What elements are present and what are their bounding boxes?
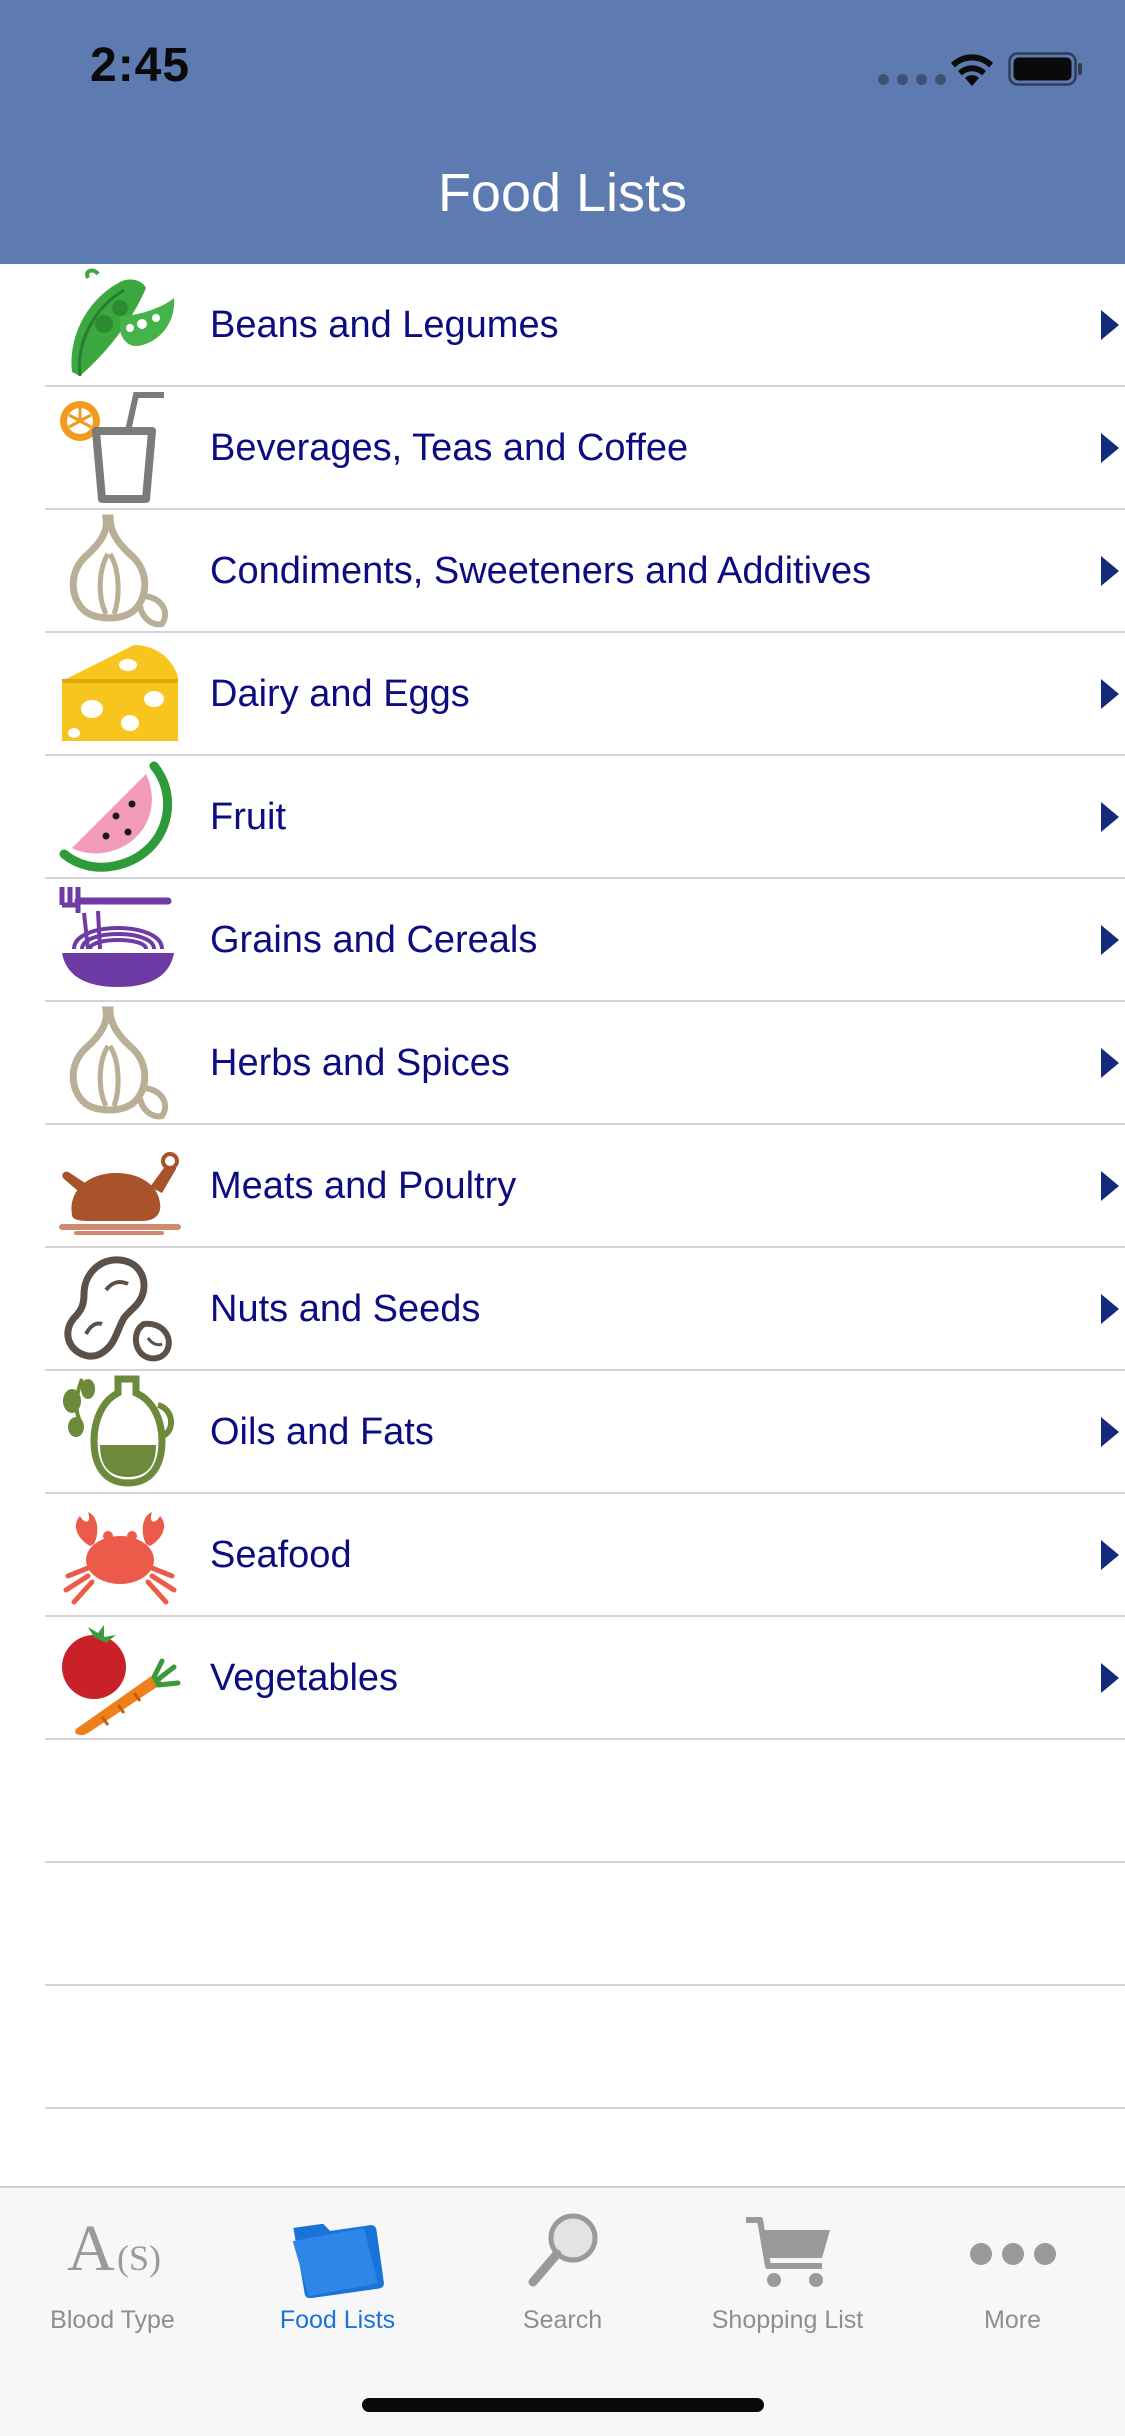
- garlic-icon: [58, 1006, 182, 1121]
- food-category-list: Beans and Legumes Beverages, Teas and Co…: [0, 264, 1125, 2109]
- category-label: Grains and Cereals: [210, 919, 538, 961]
- category-row-seafood[interactable]: Seafood: [0, 1494, 1125, 1617]
- tab-blood-type[interactable]: A (S) Blood Type: [0, 2188, 225, 2348]
- cellular-signal-icon: [878, 74, 946, 85]
- beverage-cup-icon: [58, 391, 182, 506]
- food-lists-screen: 2:45 Food Lists Beans and Legumes Bevera…: [0, 0, 1125, 2436]
- battery-icon: [1008, 52, 1082, 86]
- category-row-nuts-and-seeds[interactable]: Nuts and Seeds: [0, 1248, 1125, 1371]
- disclosure-arrow-icon: [1101, 802, 1119, 832]
- tab-label: More: [984, 2306, 1041, 2334]
- category-row-beverages-teas-and-coffee[interactable]: Beverages, Teas and Coffee: [0, 387, 1125, 510]
- tab-shopping-list[interactable]: Shopping List: [675, 2188, 900, 2348]
- tab-search[interactable]: Search: [450, 2188, 675, 2348]
- category-label: Seafood: [210, 1534, 352, 1576]
- category-label: Vegetables: [210, 1657, 399, 1699]
- category-row-herbs-and-spices[interactable]: Herbs and Spices: [0, 1002, 1125, 1125]
- folder-icon: [288, 2208, 388, 2298]
- category-row-condiments-sweeteners-and-additives[interactable]: Condiments, Sweeteners and Additives: [0, 510, 1125, 633]
- disclosure-arrow-icon: [1101, 556, 1119, 586]
- cart-icon: [738, 2208, 838, 2298]
- category-row-vegetables[interactable]: Vegetables: [0, 1617, 1125, 1740]
- empty-row: [0, 1986, 1125, 2109]
- pasta-bowl-icon: [58, 883, 182, 998]
- category-label: Condiments, Sweeteners and Additives: [210, 550, 872, 592]
- tab-label: Shopping List: [711, 2306, 864, 2334]
- category-label: Oils and Fats: [210, 1411, 434, 1453]
- disclosure-arrow-icon: [1101, 1540, 1119, 1570]
- category-row-oils-and-fats[interactable]: Oils and Fats: [0, 1371, 1125, 1494]
- watermelon-icon: [58, 760, 182, 875]
- disclosure-arrow-icon: [1101, 310, 1119, 340]
- disclosure-arrow-icon: [1101, 1663, 1119, 1693]
- tomato-carrot-icon: [58, 1621, 182, 1736]
- category-row-dairy-and-eggs[interactable]: Dairy and Eggs: [0, 633, 1125, 756]
- disclosure-arrow-icon: [1101, 1417, 1119, 1447]
- magnifier-icon: [513, 2208, 613, 2298]
- disclosure-arrow-icon: [1101, 1048, 1119, 1078]
- disclosure-arrow-icon: [1101, 679, 1119, 709]
- disclosure-arrow-icon: [1101, 1294, 1119, 1324]
- category-label: Dairy and Eggs: [210, 673, 470, 715]
- page-title: Food Lists: [437, 163, 688, 223]
- category-row-fruit[interactable]: Fruit: [0, 756, 1125, 879]
- disclosure-arrow-icon: [1101, 1171, 1119, 1201]
- category-label: Meats and Poultry: [210, 1165, 517, 1207]
- cheese-icon: [58, 637, 182, 752]
- status-time: 2:45: [90, 39, 191, 92]
- tab-label: Blood Type: [50, 2306, 175, 2334]
- svg-text:(S): (S): [117, 2238, 161, 2278]
- category-label: Nuts and Seeds: [210, 1288, 481, 1330]
- garlic-icon: [58, 514, 182, 629]
- more-dots-icon: [963, 2208, 1063, 2298]
- category-row-meats-and-poultry[interactable]: Meats and Poultry: [0, 1125, 1125, 1248]
- category-label: Beverages, Teas and Coffee: [210, 427, 689, 469]
- category-label: Beans and Legumes: [210, 304, 559, 346]
- svg-text:A: A: [67, 2212, 115, 2285]
- tab-more[interactable]: More: [900, 2188, 1125, 2348]
- blood-type-icon: A (S): [63, 2208, 163, 2298]
- category-row-grains-and-cereals[interactable]: Grains and Cereals: [0, 879, 1125, 1002]
- home-indicator[interactable]: [362, 2398, 764, 2412]
- tab-label: Search: [522, 2306, 603, 2334]
- disclosure-arrow-icon: [1101, 433, 1119, 463]
- tab-food-lists[interactable]: Food Lists: [225, 2188, 450, 2348]
- tab-label: Food Lists: [279, 2306, 396, 2334]
- navigation-header: 2:45 Food Lists: [0, 0, 1125, 264]
- category-label: Fruit: [210, 796, 286, 838]
- empty-row: [0, 1740, 1125, 1863]
- crab-icon: [58, 1498, 182, 1613]
- category-row-beans-and-legumes[interactable]: Beans and Legumes: [0, 264, 1125, 387]
- empty-row: [0, 1863, 1125, 1986]
- wifi-icon: [951, 54, 993, 86]
- category-label: Herbs and Spices: [210, 1042, 510, 1084]
- peanut-icon: [58, 1252, 182, 1367]
- disclosure-arrow-icon: [1101, 925, 1119, 955]
- olive-oil-icon: [58, 1375, 182, 1490]
- pea-pod-icon: [58, 268, 182, 383]
- roast-chicken-icon: [58, 1129, 182, 1244]
